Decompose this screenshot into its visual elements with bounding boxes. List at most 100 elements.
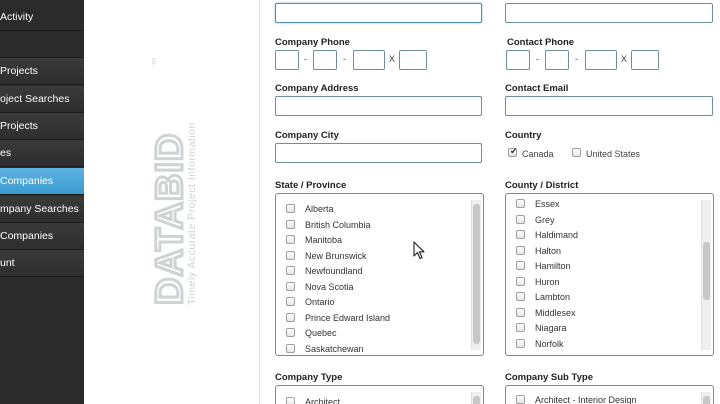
country-us-checkbox[interactable] <box>572 148 581 157</box>
checkbox[interactable] <box>286 397 295 404</box>
sidebar: Activity Projects oject Searches Project… <box>0 0 84 404</box>
list-item-label: Niagara <box>535 323 567 333</box>
checkbox[interactable] <box>286 235 295 244</box>
scrollbar-thumb[interactable] <box>703 242 710 300</box>
company-type-list[interactable]: Architect <box>275 385 484 404</box>
sidebar-item-label: es <box>0 147 12 159</box>
sidebar-item-account[interactable]: unt <box>0 250 84 277</box>
sidebar-item-label: Activity <box>0 11 34 23</box>
checkbox[interactable] <box>516 230 525 239</box>
checkbox[interactable] <box>516 246 525 255</box>
list-item-label: Ontario <box>305 297 335 307</box>
company-sub-type-scrollbar[interactable] <box>701 392 711 404</box>
list-item-label: Halton <box>535 246 562 256</box>
checkbox[interactable] <box>516 261 525 270</box>
checkbox[interactable] <box>286 282 295 291</box>
mouse-cursor-icon <box>413 241 425 260</box>
checkbox[interactable] <box>516 292 525 301</box>
list-item-label: Essex <box>535 199 560 209</box>
top-left-field[interactable] <box>275 3 482 23</box>
databid-logo: DATABID Timely Accurate Project Informat… <box>150 58 198 307</box>
checkbox[interactable] <box>516 395 525 404</box>
sidebar-item-label: Projects <box>0 65 38 77</box>
company-phone-ext[interactable] <box>399 50 427 70</box>
logo-wordmark: DATABID <box>150 133 191 305</box>
contact-phone-prefix[interactable] <box>545 50 569 70</box>
list-item-label: Lambton <box>535 292 571 302</box>
checkbox[interactable] <box>286 344 295 353</box>
top-right-field[interactable] <box>505 3 713 23</box>
sidebar-item-my-companies[interactable]: Companies <box>0 223 84 250</box>
contact-phone-line[interactable] <box>585 50 617 70</box>
company-address-input[interactable] <box>275 96 482 116</box>
sidebar-item-companies[interactable]: Companies <box>0 168 84 195</box>
state-province-list[interactable]: Alberta British Columbia Manitoba New Br… <box>275 193 484 356</box>
sidebar-spacer <box>0 31 84 58</box>
company-phone-prefix[interactable] <box>313 50 337 70</box>
checkbox[interactable] <box>286 297 295 306</box>
logo-trademark: TM <box>152 58 158 65</box>
scrollbar-thumb[interactable] <box>703 396 710 404</box>
list-item-label: British Columbia <box>305 220 371 230</box>
sidebar-item-label: oject Searches <box>0 93 70 105</box>
list-item-label: Nova Scotia <box>305 282 354 292</box>
checkbox[interactable] <box>516 199 525 208</box>
list-item-label: Alberta <box>305 204 334 214</box>
scrollbar-thumb[interactable] <box>473 396 480 404</box>
company-sub-type-label: Company Sub Type <box>505 372 593 383</box>
checkbox[interactable] <box>516 277 525 286</box>
state-province-label: State / Province <box>275 180 347 191</box>
company-type-scrollbar[interactable] <box>471 392 481 404</box>
list-item-label: Architect - Interior Design <box>535 395 637 404</box>
contact-phone-ext-label: X <box>621 54 628 64</box>
contact-phone-area[interactable] <box>506 50 530 70</box>
checkbox[interactable] <box>516 323 525 332</box>
checkbox[interactable] <box>516 339 525 348</box>
content-divider <box>259 0 260 404</box>
sidebar-item-project-searches[interactable]: oject Searches <box>0 86 84 113</box>
sidebar-item-my-projects[interactable]: Projects <box>0 113 84 140</box>
checkbox[interactable] <box>286 251 295 260</box>
company-phone-sep: - <box>343 54 346 64</box>
logo-tagline: Timely Accurate Project Information <box>186 122 198 305</box>
company-type-label: Company Type <box>275 372 343 383</box>
county-district-scrollbar[interactable] <box>701 200 711 350</box>
country-us-label: United States <box>586 149 641 159</box>
list-item-label: Quebec <box>305 328 337 338</box>
checkbox[interactable] <box>286 328 295 337</box>
county-district-list[interactable]: Essex Grey Haldimand Halton Hamilton Hur… <box>505 193 714 356</box>
company-sub-type-list[interactable]: Architect - Interior Design <box>505 385 714 404</box>
sidebar-item-es[interactable]: es <box>0 140 84 167</box>
contact-phone-sep: - <box>536 54 539 64</box>
sidebar-item-label: mpany Searches <box>0 203 79 215</box>
sidebar-item-activity[interactable]: Activity <box>0 4 84 31</box>
check-icon: ✔ <box>510 146 518 156</box>
checkbox[interactable] <box>286 266 295 275</box>
state-province-scrollbar[interactable] <box>471 200 481 350</box>
contact-phone-ext[interactable] <box>631 50 659 70</box>
company-phone-area[interactable] <box>275 50 299 70</box>
country-canada-checkbox[interactable]: ✔ <box>508 146 518 157</box>
sidebar-item-label: Companies <box>0 175 54 187</box>
checkbox[interactable] <box>286 313 295 322</box>
list-item-label: Manitoba <box>305 235 343 245</box>
list-item-label: Middlesex <box>535 308 576 318</box>
contact-email-input[interactable] <box>505 96 713 116</box>
scrollbar-thumb[interactable] <box>473 204 480 344</box>
checkbox[interactable] <box>516 215 525 224</box>
list-item-label: Haldimand <box>535 230 579 240</box>
list-item-label: Grey <box>535 215 555 225</box>
checkbox[interactable] <box>286 220 295 229</box>
checkbox[interactable] <box>516 308 525 317</box>
sidebar-item-label: Projects <box>0 120 38 132</box>
list-item-label: Norfolk <box>535 339 564 349</box>
sidebar-item-label: unt <box>0 257 15 269</box>
company-phone-line[interactable] <box>353 50 385 70</box>
list-item-label: Newfoundland <box>305 266 363 276</box>
sidebar-item-projects[interactable]: Projects <box>0 58 84 85</box>
checkbox[interactable] <box>286 204 295 213</box>
sidebar-item-company-searches[interactable]: mpany Searches <box>0 196 84 223</box>
county-district-label: County / District <box>505 180 579 191</box>
country-canada-label: Canada <box>522 149 554 159</box>
company-city-input[interactable] <box>275 143 482 163</box>
